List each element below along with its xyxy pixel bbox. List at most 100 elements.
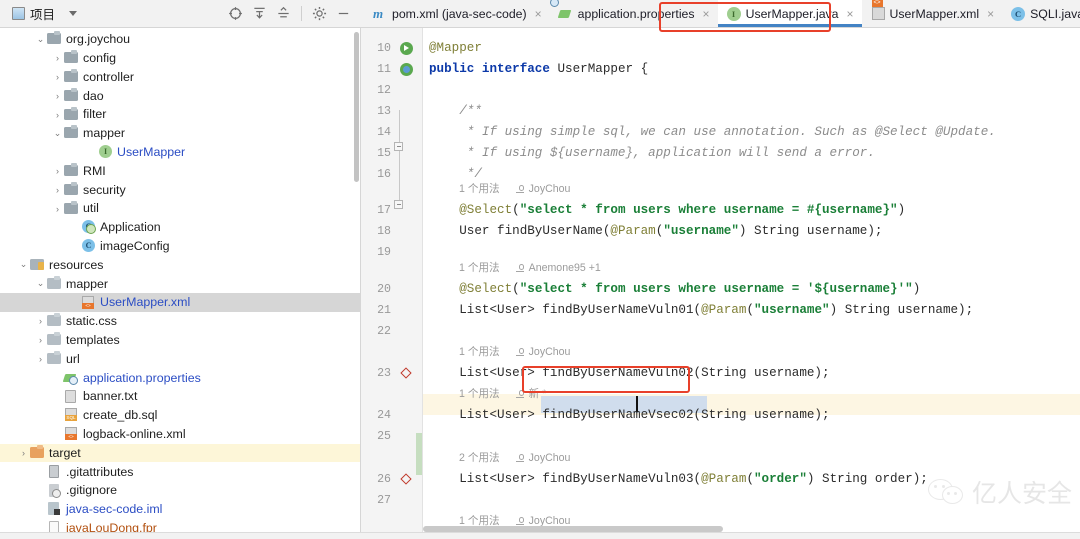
project-tree[interactable]: ⌄ org.joychou › config › controller › dao › filte… (0, 28, 360, 532)
expand-all-icon[interactable] (249, 3, 270, 24)
inlay-hint-3[interactable]: 1 个用法 Anemone95 +1 (459, 261, 601, 276)
gutter-line-24[interactable]: 24 (361, 405, 423, 426)
tree-item-resources[interactable]: ⌄ resources (0, 256, 360, 275)
code-line-7[interactable]: @Select("select * from users where usern… (429, 200, 905, 221)
gutter-line-21[interactable]: 21 (361, 300, 423, 321)
gutter-line-18[interactable]: 18 (361, 221, 423, 242)
usage-count[interactable]: 1 个用法 (459, 345, 500, 360)
minimize-icon[interactable] (333, 3, 354, 24)
horizontal-scrollbar[interactable] (423, 526, 723, 532)
tree-item-config[interactable]: › config (0, 49, 360, 68)
chevron-right-icon[interactable]: › (51, 72, 64, 82)
tree-item-security[interactable]: › security (0, 180, 360, 199)
tab-close-icon[interactable]: × (703, 8, 710, 20)
tree-item-usermapper-xml[interactable]: UserMapper.xml (0, 293, 360, 312)
collapse-all-icon[interactable] (273, 3, 294, 24)
project-tool-window-title[interactable]: 项目 (6, 4, 78, 23)
gutter-line-15[interactable]: 15 (361, 143, 423, 164)
code-line-9[interactable]: @Select("select * from users where usern… (429, 279, 920, 300)
chevron-down-icon[interactable]: ⌄ (51, 128, 64, 139)
tree-item-usermapper[interactable]: I UserMapper (0, 143, 360, 162)
code-line-11[interactable]: List<User> findByUserNameVuln02(String u… (429, 363, 829, 384)
author-name[interactable]: JoyChou (529, 345, 571, 360)
gutter-line-17[interactable]: 17 (361, 200, 423, 221)
code-editor[interactable]: 10 11 12 13 14 15 16 17 18 19 20 21 22 23 24 25 26 27 3 个… (361, 28, 1080, 532)
code-line-13[interactable]: List<User> findByUserNameVuln03(@Param("… (429, 469, 928, 490)
tree-item-util[interactable]: › util (0, 199, 360, 218)
gutter-line-10[interactable]: 10 (361, 38, 423, 59)
chevron-right-icon[interactable]: › (17, 448, 30, 458)
settings-gear-icon[interactable] (309, 3, 330, 24)
author-name[interactable]: JoyChou (529, 451, 571, 466)
chevron-down-icon[interactable] (69, 11, 78, 16)
gutter-line-11[interactable]: 11 (361, 59, 423, 80)
usage-count[interactable]: 3 个用法 (459, 28, 500, 30)
chevron-right-icon[interactable]: › (51, 185, 64, 195)
inlay-hint-5[interactable]: 1 个用法 新 * (459, 387, 546, 402)
chevron-right-icon[interactable]: › (34, 335, 47, 345)
editor-tab-1[interactable]: m pom.xml (java-sec-code) × (364, 0, 550, 27)
tree-item-java-sec-code-iml[interactable]: java-sec-code.iml (0, 500, 360, 519)
chevron-right-icon[interactable]: › (34, 316, 47, 326)
chevron-down-icon[interactable]: ⌄ (34, 34, 47, 45)
code-line-4[interactable]: * If using simple sql, we can use annota… (429, 122, 996, 143)
author-name[interactable]: Anemone95 +1 (529, 261, 601, 276)
sql-injection-marker-icon[interactable] (400, 367, 412, 379)
code-area[interactable]: 3 个用法 JoyChou +1 * 1 个用法 JoyChou 1 个用法 Anemon… (423, 28, 1080, 532)
tree-item--gitignore[interactable]: .gitignore (0, 481, 360, 500)
gutter-line-20[interactable]: 20 (361, 279, 423, 300)
code-line-1[interactable]: @Mapper (429, 38, 482, 59)
chevron-right-icon[interactable]: › (51, 166, 64, 176)
tree-item-banner-txt[interactable]: banner.txt (0, 387, 360, 406)
gutter-line-26[interactable]: 26 (361, 469, 423, 490)
chevron-right-icon[interactable]: › (51, 110, 64, 120)
tab-close-icon[interactable]: × (535, 8, 542, 20)
editor-tab-2[interactable]: application.properties × (550, 0, 718, 27)
code-line-2[interactable]: public interface UserMapper { (429, 59, 648, 80)
tree-item-imageconfig[interactable]: CimageConfig (0, 237, 360, 256)
author-name[interactable]: JoyChou +1 * (529, 28, 593, 30)
gutter-line-25[interactable]: 25 (361, 426, 423, 447)
gutter-line-16[interactable]: 16 (361, 164, 423, 185)
inlay-hint-6[interactable]: 2 个用法 JoyChou (459, 451, 570, 466)
tree-item--gitattributes[interactable]: .gitattributes (0, 462, 360, 481)
inlay-hint-1[interactable]: 3 个用法 JoyChou +1 * (459, 28, 593, 30)
tree-item-templates[interactable]: › templates (0, 331, 360, 350)
tree-item-controller[interactable]: › controller (0, 68, 360, 87)
usage-count[interactable]: 1 个用法 (459, 387, 500, 402)
code-line-6[interactable]: */ (429, 164, 482, 185)
chevron-down-icon[interactable]: ⌄ (17, 259, 30, 270)
tab-close-icon[interactable]: × (847, 8, 854, 20)
code-line-8[interactable]: User findByUserName(@Param("username") S… (429, 221, 882, 242)
tree-item-javaloudong-fpr[interactable]: javaLouDong.fpr (0, 519, 360, 532)
tree-item-target[interactable]: › target (0, 443, 360, 463)
author-name[interactable]: 新 * (529, 387, 547, 402)
chevron-right-icon[interactable]: › (51, 91, 64, 101)
tree-item-static-css[interactable]: › static.css (0, 312, 360, 331)
sql-injection-marker-icon[interactable] (400, 473, 412, 485)
editor-tab-5[interactable]: CSQLI.java× (1002, 0, 1080, 27)
tree-item-url[interactable]: › url (0, 350, 360, 369)
line-number-gutter[interactable]: 10 11 12 13 14 15 16 17 18 19 20 21 22 23 24 25 26 27 (361, 28, 423, 532)
code-line-5[interactable]: * If using ${username}, application will… (429, 143, 875, 164)
tree-item-org-joychou[interactable]: ⌄ org.joychou (0, 30, 360, 49)
tree-item-logback-online-xml[interactable]: logback-online.xml (0, 425, 360, 444)
tree-item-mapper[interactable]: ⌄ mapper (0, 124, 360, 143)
tree-item-rmi[interactable]: › RMI (0, 162, 360, 181)
author-name[interactable]: JoyChou (529, 182, 571, 197)
gutter-line-27[interactable]: 27 (361, 490, 423, 511)
code-line-12[interactable]: List<User> findByUserNameVsec02(String u… (429, 405, 829, 426)
tree-scrollbar[interactable] (354, 32, 359, 182)
locate-icon[interactable] (225, 3, 246, 24)
chevron-right-icon[interactable]: › (51, 53, 64, 63)
editor-tab-4[interactable]: UserMapper.xml × (862, 0, 1003, 27)
run-debug-icon[interactable] (399, 62, 413, 76)
gutter-line-23[interactable]: 23 (361, 363, 423, 384)
code-line-10[interactable]: List<User> findByUserNameVuln01(@Param("… (429, 300, 973, 321)
inlay-hint-4[interactable]: 1 个用法 JoyChou (459, 345, 570, 360)
gutter-line-19[interactable]: 19 (361, 242, 423, 263)
code-line-3[interactable]: /** (429, 101, 482, 122)
tree-item-mapper[interactable]: ⌄ mapper (0, 274, 360, 293)
usage-count[interactable]: 1 个用法 (459, 261, 500, 276)
tree-item-application-properties[interactable]: application.properties (0, 368, 360, 387)
